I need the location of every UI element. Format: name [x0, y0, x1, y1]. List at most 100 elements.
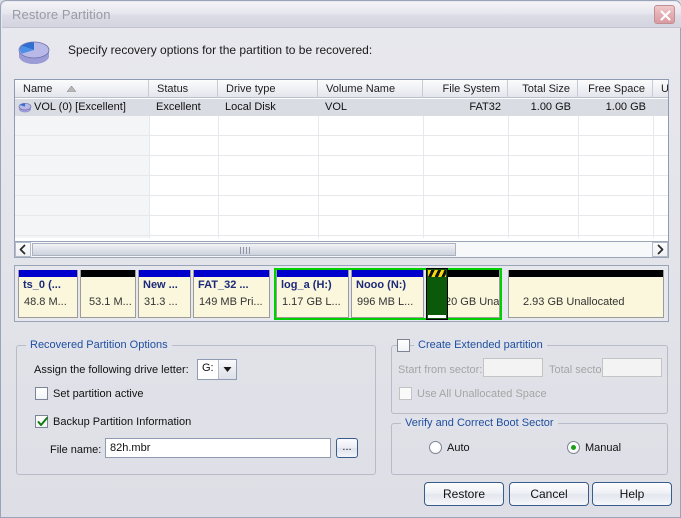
- marker-base: [428, 315, 446, 318]
- table-empty-row[interactable]: [15, 156, 668, 176]
- partition-map: ts_0 (... 48.8 M... 53.1 M... New ... 31…: [14, 265, 669, 322]
- backup-partition-info-label: Backup Partition Information: [53, 416, 192, 428]
- partition-block[interactable]: Nooo (N:) 996 MB L...: [351, 270, 424, 318]
- restore-partition-dialog: Restore Partition Specify recovery optio…: [0, 0, 681, 518]
- partition-block-size: 1.17 GB L...: [282, 296, 341, 308]
- partition-block-name: New ...: [143, 279, 178, 291]
- header-instruction: Specify recovery options for the partiti…: [68, 43, 373, 57]
- table-empty-row[interactable]: [15, 116, 668, 136]
- partition-table: Name Status Drive type Volume Name File …: [14, 79, 669, 257]
- hazard-stripe-icon: [428, 270, 446, 277]
- cell-name: VOL (0) [Excellent]: [34, 101, 126, 113]
- help-button[interactable]: Help: [592, 482, 672, 506]
- column-header-total-size[interactable]: Total Size: [508, 80, 578, 98]
- cell-free-space: 1.00 GB: [605, 101, 646, 113]
- checkmark-icon: [37, 417, 48, 426]
- pie-chart-icon: [18, 41, 50, 64]
- partition-block[interactable]: New ... 31.3 ...: [138, 270, 191, 318]
- table-gridline: [508, 116, 509, 238]
- partition-block[interactable]: ts_0 (... 48.8 M...: [18, 270, 78, 318]
- dialog-header: Specify recovery options for the partiti…: [2, 28, 681, 73]
- partition-block-size: 53.1 M...: [89, 296, 132, 308]
- table-gridline: [318, 116, 319, 238]
- column-header-volume-name[interactable]: Volume Name: [318, 80, 423, 98]
- start-sector-input[interactable]: [483, 358, 543, 377]
- chevron-left-glyph: [19, 244, 26, 255]
- column-header-status[interactable]: Status: [149, 80, 218, 98]
- table-empty-row[interactable]: [15, 176, 668, 196]
- cell-file-system: FAT32: [469, 101, 501, 113]
- table-empty-row[interactable]: [15, 196, 668, 216]
- cell-volume-name: VOL: [325, 101, 348, 113]
- column-header-file-system[interactable]: File System: [423, 80, 508, 98]
- selected-free-space-marker[interactable]: [426, 268, 448, 320]
- backup-partition-info-checkbox[interactable]: [35, 415, 48, 428]
- partition-block[interactable]: log_a (H:) 1.17 GB L...: [276, 270, 349, 318]
- scrollbar-thumb[interactable]: [32, 243, 456, 256]
- partition-type-bar: [352, 270, 423, 277]
- partition-block-size: 20 GB Unall...: [445, 296, 500, 308]
- verify-manual-radio[interactable]: [567, 441, 580, 454]
- cell-total-size: 1.00 GB: [530, 101, 571, 113]
- partition-block[interactable]: 53.1 M...: [80, 270, 136, 318]
- group-legend: Create Extended partition: [414, 339, 547, 351]
- partition-block-name: FAT_32 ...: [198, 279, 249, 291]
- partition-block-size: 2.93 GB Unallocated: [523, 296, 625, 308]
- sort-ascending-icon: [67, 86, 76, 92]
- close-icon[interactable]: [654, 5, 675, 24]
- scrollbar-grip: [240, 247, 250, 254]
- chevron-left-icon[interactable]: [15, 242, 31, 257]
- set-partition-active-label: Set partition active: [53, 388, 144, 400]
- partition-type-bar: [81, 270, 135, 277]
- column-header-name[interactable]: Name: [15, 80, 149, 98]
- table-gridline: [653, 116, 654, 238]
- table-header-row: Name Status Drive type Volume Name File …: [15, 80, 668, 98]
- total-sectors-input[interactable]: [602, 358, 662, 377]
- partition-block-size: 996 MB L...: [357, 296, 414, 308]
- use-all-unallocated-space-checkbox[interactable]: [399, 387, 412, 400]
- create-extended-partition-checkbox[interactable]: [397, 339, 410, 352]
- table-gridline: [578, 116, 579, 238]
- file-name-label: File name:: [50, 444, 102, 456]
- partition-type-bar: [139, 270, 190, 277]
- table-horizontal-scrollbar[interactable]: [14, 241, 669, 258]
- verify-auto-radio[interactable]: [429, 441, 442, 454]
- chevron-down-icon[interactable]: [218, 360, 236, 379]
- partition-icon: [18, 102, 32, 113]
- chevron-right-glyph: [657, 244, 664, 255]
- table-empty-row[interactable]: [15, 136, 668, 156]
- drive-letter-select[interactable]: G:: [197, 359, 237, 380]
- chevron-right-icon[interactable]: [652, 242, 668, 257]
- partition-block[interactable]: FAT_32 ... 149 MB Pri...: [193, 270, 270, 318]
- table-gridline: [149, 116, 150, 238]
- drive-letter-value: G:: [202, 362, 214, 374]
- table-empty-row[interactable]: [15, 216, 668, 236]
- create-extended-partition-group: Create Extended partition: [391, 339, 668, 414]
- column-header-free-space[interactable]: Free Space: [578, 80, 653, 98]
- table-row[interactable]: VOL (0) [Excellent] Excellent Local Disk…: [15, 99, 668, 116]
- table-gridline: [218, 116, 219, 238]
- column-header-used[interactable]: Use: [653, 80, 668, 98]
- drive-letter-label: Assign the following drive letter:: [34, 364, 189, 376]
- set-partition-active-checkbox[interactable]: [35, 387, 48, 400]
- window-title: Restore Partition: [12, 7, 111, 22]
- partition-block[interactable]: 2.93 GB Unallocated: [508, 270, 664, 318]
- use-all-unallocated-space-label: Use All Unallocated Space: [417, 388, 547, 400]
- column-header-drive-type[interactable]: Drive type: [218, 80, 318, 98]
- title-bar: Restore Partition: [2, 2, 681, 28]
- start-sector-label: Start from sector:: [398, 364, 483, 376]
- cell-status: Excellent: [156, 101, 201, 113]
- verify-auto-label: Auto: [447, 442, 470, 454]
- group-legend: Recovered Partition Options: [26, 339, 172, 351]
- partition-type-bar: [277, 270, 348, 277]
- cancel-button[interactable]: Cancel: [509, 482, 589, 506]
- table-gridline: [423, 116, 424, 238]
- partition-type-bar: [509, 270, 663, 277]
- partition-block-name: Nooo (N:): [356, 279, 407, 291]
- chevron-down-glyph: [223, 367, 232, 372]
- browse-file-button[interactable]: ...: [336, 438, 358, 458]
- restore-button[interactable]: Restore: [424, 482, 504, 506]
- radio-selected-dot: [571, 445, 576, 450]
- close-glyph: [660, 10, 671, 21]
- file-name-input[interactable]: [105, 438, 331, 458]
